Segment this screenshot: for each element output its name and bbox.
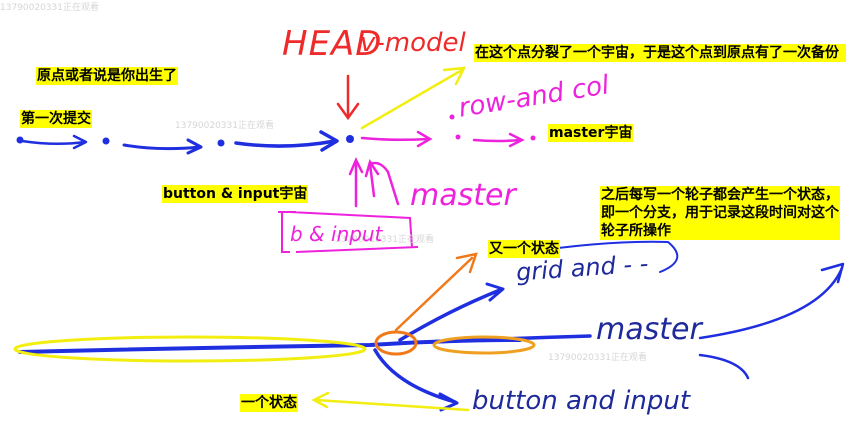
magenta-master-line [360, 130, 525, 148]
commit-dot-head [346, 135, 354, 143]
one-state-arrow-shaft [314, 398, 470, 412]
commit-dot-3 [217, 139, 225, 147]
first-commit-label: 第一次提交 [20, 110, 92, 128]
v-model-handwriting: v-model [360, 28, 466, 58]
head-arrow [336, 74, 360, 121]
split-arrow-shaft [360, 68, 464, 130]
master-right-arrow [698, 266, 844, 340]
split-label: 在这个点分裂了一个宇宙，于是这个点到原点有了一次备份 [474, 44, 846, 62]
bottom-branch-structure [18, 240, 845, 412]
top-commit-line [20, 130, 339, 155]
watermark-bottom: 13790020331正在观看 [548, 353, 647, 363]
commit-dot-origin [16, 136, 24, 144]
magenta-dot-2 [455, 134, 461, 140]
master-universe-label: master宇宙 [548, 124, 634, 142]
master-right-arrow-tip [820, 262, 845, 284]
split-arrow [360, 66, 467, 130]
origin-label: 原点或者说是你出生了 [36, 67, 178, 85]
arrow-segment-3 [234, 139, 337, 148]
arrow-segment-2 [122, 143, 202, 151]
master-top-handwriting: master [410, 178, 516, 213]
button-universe-label: button & input宇宙 [162, 185, 309, 203]
button-and-input-handwriting: button and input [472, 386, 691, 416]
watermark-top: 13790020331正在观看 [0, 3, 99, 13]
master-pointer-arrows [348, 157, 400, 208]
master-hook [698, 353, 750, 380]
each-wheel-label: 之后每写一个轮子都会产生一个状态，即一个分支，用于记录这段时间对这个轮子所操作 [600, 186, 840, 240]
magenta-dot-1 [449, 114, 455, 120]
magenta-segment-1 [360, 136, 430, 142]
master-bottom-handwriting: master [596, 312, 702, 347]
watermark-middle: 13790020331正在观看 [175, 121, 274, 131]
commit-dot-2 [102, 137, 110, 145]
arrow-segment-1 [20, 139, 87, 145]
magenta-dot-3 [530, 135, 536, 141]
another-state-label: 又一个状态 [488, 240, 560, 258]
b-and-input-handwriting: b & input [290, 222, 383, 246]
magenta-segment-2 [472, 138, 522, 143]
one-state-label: 一个状态 [240, 394, 298, 412]
branch-grid [398, 288, 502, 342]
